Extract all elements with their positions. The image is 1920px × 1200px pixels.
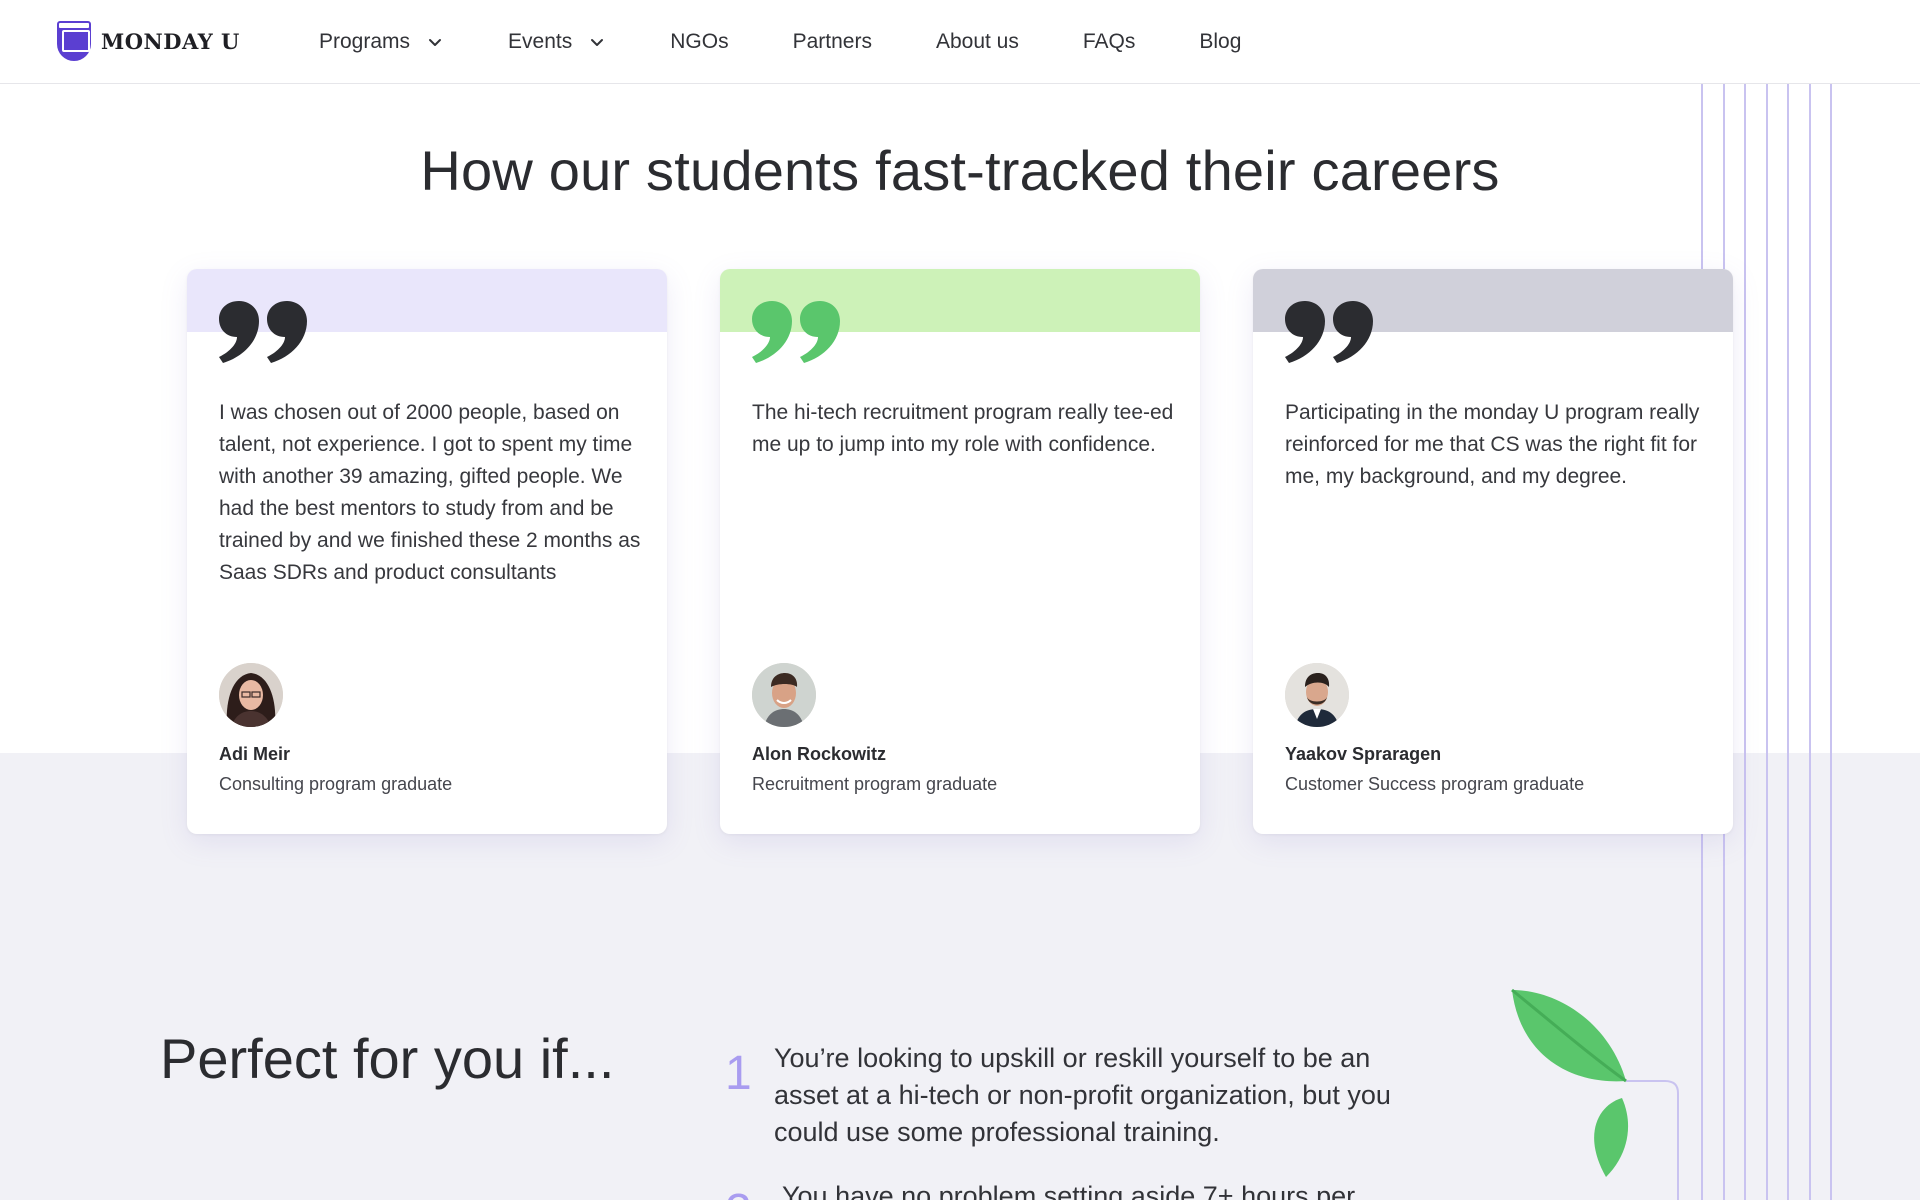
- nav-label: Events: [508, 30, 573, 53]
- main-nav: Programs Events NGOs Partners About us F…: [319, 0, 1305, 84]
- monday-u-logo[interactable]: MONDAY U: [57, 20, 240, 62]
- avatar: [752, 663, 816, 727]
- nav-label: About us: [935, 30, 1019, 53]
- reason-number: 2: [725, 1184, 752, 1200]
- reason-item: 1 You’re looking to upskill or reskill y…: [725, 1040, 1391, 1160]
- avatar: [219, 663, 283, 727]
- nav-item-blog[interactable]: Blog: [1199, 30, 1241, 54]
- perfect-for-you-title: Perfect for you if...: [160, 1027, 615, 1090]
- testimonial-card: I was chosen out of 2000 people, based o…: [187, 269, 667, 834]
- leaves-illustration: [1511, 988, 1679, 1200]
- chevron-down-icon: [426, 33, 444, 51]
- avatar: [1285, 663, 1349, 727]
- person-role: Consulting program graduate: [219, 774, 453, 794]
- testimonial-quote: Participating in the monday U program re…: [1285, 401, 1700, 488]
- nav-label: Partners: [792, 30, 872, 53]
- nav-item-about-us[interactable]: About us: [936, 30, 1019, 54]
- shield-logo-icon: [57, 21, 91, 61]
- site-header: MONDAY U Programs Events NGOs Partners A…: [0, 0, 1920, 84]
- nav-label: Programs: [319, 30, 411, 53]
- nav-item-programs[interactable]: Programs: [319, 30, 444, 54]
- testimonial-card: The hi-tech recruitment program really t…: [720, 269, 1200, 834]
- nav-item-ngos[interactable]: NGOs: [670, 30, 728, 54]
- testimonial-quote: The hi-tech recruitment program really t…: [752, 401, 1174, 456]
- reason-item: 2 You have no problem setting aside 7+ h…: [725, 1178, 1385, 1200]
- reason-number: 1: [725, 1047, 752, 1100]
- testimonial-quote: I was chosen out of 2000 people, based o…: [219, 401, 641, 584]
- testimonials-title: How our students fast-tracked their care…: [420, 139, 1500, 202]
- nav-label: FAQs: [1082, 30, 1136, 53]
- nav-item-events[interactable]: Events: [508, 30, 606, 54]
- chevron-down-icon: [588, 33, 606, 51]
- person-name: Alon Rockowitz: [752, 744, 886, 764]
- nav-item-partners[interactable]: Partners: [793, 30, 872, 54]
- testimonial-card: Participating in the monday U program re…: [1253, 269, 1733, 834]
- quote-mark-icon: [219, 301, 307, 363]
- person-name: Yaakov Spraragen: [1285, 744, 1442, 764]
- person-role: Recruitment program graduate: [752, 774, 998, 794]
- nav-item-faqs[interactable]: FAQs: [1083, 30, 1136, 54]
- logo-text: MONDAY U: [101, 28, 240, 54]
- nav-label: NGOs: [670, 30, 729, 53]
- quote-mark-icon: [752, 301, 840, 363]
- reason-text: You have no problem setting aside 7+ hou…: [782, 1181, 1356, 1200]
- nav-label: Blog: [1199, 30, 1242, 53]
- person-role: Customer Success program graduate: [1285, 774, 1585, 794]
- person-name: Adi Meir: [219, 744, 291, 764]
- reason-text: You’re looking to upskill or reskill you…: [774, 1043, 1391, 1147]
- quote-mark-icon: [1285, 301, 1373, 363]
